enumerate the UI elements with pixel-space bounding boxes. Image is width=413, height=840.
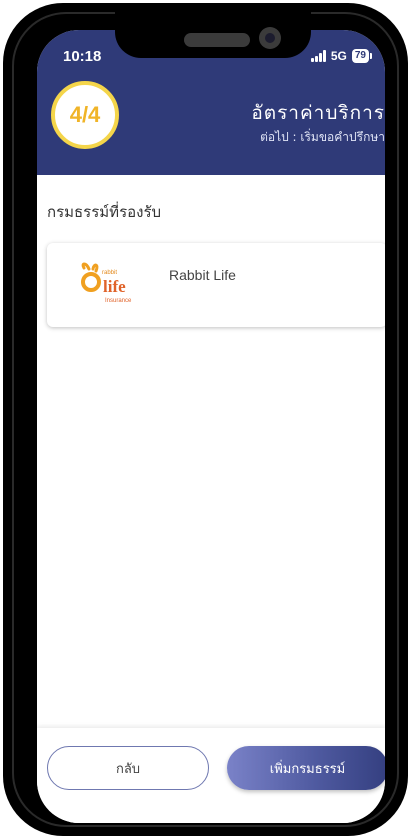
rabbit-life-logo: rabbit life Insurance [81,262,132,304]
battery-icon: 79 [351,49,373,63]
section-title: กรมธรรม์ที่รองรับ [47,203,162,221]
policy-card[interactable]: rabbit life Insurance Rabbit Life [47,243,385,327]
phone-frame: 10:18 5G 79 4/4 อัตราค่าบริการ ต่อไป : เ… [3,3,408,836]
next-step-label: ต่อไป : เริ่มขอคำปรึกษา [260,130,385,144]
logo-text-top: rabbit [102,270,117,276]
cellular-signal-icon [310,50,326,62]
policy-name: Rabbit Life [169,267,236,283]
step-indicator: 4/4 [51,81,119,149]
speaker [184,33,250,47]
add-policy-button[interactable]: เพิ่มกรมธรรม์ [227,746,385,790]
status-time: 10:18 [63,48,102,65]
logo-text-main: life [103,277,126,296]
front-camera [259,27,281,49]
status-indicators: 5G 79 [310,49,373,63]
page-title: อัตราค่าบริการ [251,102,385,124]
bottom-action-bar: กลับ เพิ่มกรมธรรม์ [37,728,385,823]
back-button[interactable]: กลับ [47,746,209,790]
screen: 10:18 5G 79 4/4 อัตราค่าบริการ ต่อไป : เ… [37,30,385,823]
network-type: 5G [330,49,347,63]
logo-text-sub: Insurance [105,298,132,304]
notch [115,6,311,58]
